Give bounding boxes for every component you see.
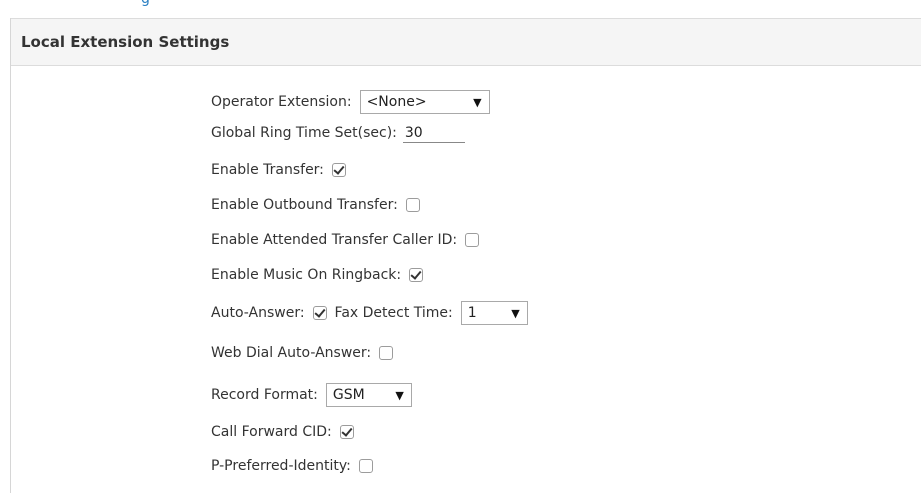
call-forward-cid-checkbox[interactable] xyxy=(339,425,354,439)
auto-answer-label: Auto-Answer: xyxy=(211,305,305,321)
section-header: Local Extension Settings xyxy=(11,18,921,66)
operator-extension-label: Operator Extension: xyxy=(211,94,352,110)
fax-detect-time-label: Fax Detect Time: xyxy=(334,305,453,321)
operator-extension-value: <None> xyxy=(366,94,427,110)
record-format-label: Record Format: xyxy=(211,387,318,403)
global-ring-time-row: Global Ring Time Set(sec): 30 xyxy=(211,121,465,145)
record-format-row: Record Format: GSM ▼ xyxy=(211,383,412,407)
page: g Local Extension Settings Operator Exte… xyxy=(0,0,921,493)
enable-music-on-ringback-row: Enable Music On Ringback: xyxy=(211,263,424,287)
auto-answer-checkbox[interactable] xyxy=(312,306,327,320)
global-ring-time-label: Global Ring Time Set(sec): xyxy=(211,125,397,141)
enable-outbound-transfer-checkbox[interactable] xyxy=(405,198,420,212)
enable-attended-transfer-caller-id-label: Enable Attended Transfer Caller ID: xyxy=(211,232,458,248)
section-title: Local Extension Settings xyxy=(21,33,230,51)
global-ring-time-input[interactable]: 30 xyxy=(402,123,465,143)
top-link-fragment[interactable]: g xyxy=(141,0,150,7)
operator-extension-row: Operator Extension: <None> ▼ xyxy=(211,90,490,114)
call-forward-cid-label: Call Forward CID: xyxy=(211,424,332,440)
fax-detect-time-value: 1 xyxy=(467,305,477,321)
operator-extension-select[interactable]: <None> ▼ xyxy=(359,90,490,114)
enable-music-on-ringback-checkbox[interactable] xyxy=(409,268,424,282)
fax-detect-time-select[interactable]: 1 ▼ xyxy=(460,301,528,325)
local-extension-settings-section: Local Extension Settings Operator Extens… xyxy=(10,18,921,493)
enable-transfer-row: Enable Transfer: xyxy=(211,158,346,182)
auto-answer-row: Auto-Answer: Fax Detect Time: 1 ▼ xyxy=(211,301,528,325)
chevron-down-icon: ▼ xyxy=(473,95,482,109)
web-dial-auto-answer-checkbox[interactable] xyxy=(379,346,394,360)
p-preferred-identity-checkbox[interactable] xyxy=(358,459,373,473)
web-dial-auto-answer-label: Web Dial Auto-Answer: xyxy=(211,345,372,361)
enable-attended-transfer-caller-id-checkbox[interactable] xyxy=(465,233,480,247)
record-format-value: GSM xyxy=(332,387,365,403)
enable-outbound-transfer-label: Enable Outbound Transfer: xyxy=(211,197,398,213)
p-preferred-identity-row: P-Preferred-Identity: xyxy=(211,454,373,478)
enable-transfer-label: Enable Transfer: xyxy=(211,162,324,178)
p-preferred-identity-label: P-Preferred-Identity: xyxy=(211,458,351,474)
chevron-down-icon: ▼ xyxy=(395,388,404,402)
call-forward-cid-row: Call Forward CID: xyxy=(211,420,354,444)
enable-music-on-ringback-label: Enable Music On Ringback: xyxy=(211,267,402,283)
chevron-down-icon: ▼ xyxy=(511,306,520,320)
web-dial-auto-answer-row: Web Dial Auto-Answer: xyxy=(211,341,394,365)
enable-attended-transfer-caller-id-row: Enable Attended Transfer Caller ID: xyxy=(211,228,480,252)
record-format-select[interactable]: GSM ▼ xyxy=(325,383,412,407)
enable-transfer-checkbox[interactable] xyxy=(331,163,346,177)
enable-outbound-transfer-row: Enable Outbound Transfer: xyxy=(211,193,420,217)
